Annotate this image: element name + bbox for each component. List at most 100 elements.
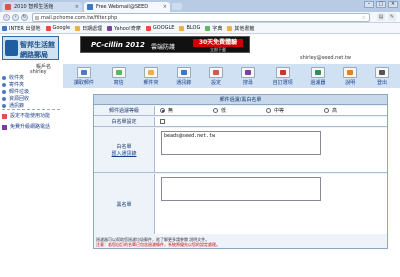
menu-item-spam[interactable]: 郵件垃圾 (2, 88, 60, 95)
level-radio-high[interactable]: 高 (324, 107, 337, 114)
toolbar-logout-button[interactable]: 登出 (375, 66, 389, 86)
new-tab-button[interactable] (172, 3, 182, 10)
bookmark-icon (75, 25, 81, 31)
folder-icon (2, 75, 6, 80)
toolbar-help-button[interactable]: 說明 (343, 66, 358, 86)
webmail-page: 智邦生活館 網路郵局 帳戶名 shirley 收件夾 寄件夾 郵件垃圾 資源回收… (0, 34, 400, 277)
minimize-icon[interactable]: – (364, 1, 374, 8)
blacklist-cell (154, 174, 387, 234)
radio-icon (213, 108, 219, 113)
user-email: shirley@seed.net.tw (300, 55, 352, 61)
toolbar-search-button[interactable]: 搜尋 (240, 66, 255, 86)
menu-item-sent[interactable]: 寄件夾 (2, 81, 60, 88)
whitelist-textarea[interactable]: beads@seed.net.tw (161, 131, 321, 155)
inbox-icon (76, 66, 91, 78)
logo-emblem-icon (5, 40, 18, 56)
level-radio-medium[interactable]: 中等 (266, 107, 284, 114)
maximize-icon[interactable]: □ (376, 1, 386, 8)
toolbar-compose-button[interactable]: 寫信 (111, 66, 126, 86)
level-radio-none[interactable]: 無 (160, 107, 173, 114)
browser-tab-bar: 2010 智邦生活館 × Free Webmail@SEED × – □ × (0, 0, 400, 12)
promo-box: 設定不能使用功能 免費升級網路電話 (2, 109, 60, 135)
bookmark-icon (45, 25, 51, 31)
ad-banner[interactable]: PC-cillin 2012 雲端防護 30天免費體驗 立即下載 (80, 36, 250, 53)
ad-brand: PC-cillin 2012 (91, 41, 145, 49)
close-tab-icon[interactable]: × (75, 2, 79, 12)
blacklist-textarea[interactable] (161, 177, 321, 201)
bookmark-item[interactable]: Google (45, 25, 70, 31)
menu-item-inbox[interactable]: 收件夾 (2, 74, 60, 81)
bookmark-icon (205, 25, 211, 31)
tab-label: 2010 智邦生活館 (14, 4, 54, 10)
whitelist-label: 白名單 匯入通訊錄 (111, 144, 137, 157)
menu-item-trash[interactable]: 資源回收 (2, 95, 60, 102)
import-contacts-link[interactable]: 匯入通訊錄 (111, 150, 136, 157)
ad-sub: 立即下載 (210, 47, 226, 52)
filter-form-panel: 郵件過濾/黑白名單 郵件過濾等級 無 低 中等 高 白名單設定 白名單 匯入通訊… (93, 94, 388, 249)
reload-icon[interactable]: ↻ (21, 14, 28, 21)
promo-link-1[interactable]: 設定不能使用功能 (2, 113, 60, 119)
bookmarks-bar: INTER 出發地 Google 日期處理 Yahoo!奇摩 GOOGLE BL… (0, 23, 400, 34)
options-icon (275, 66, 290, 78)
bookmark-icon (227, 25, 233, 31)
window-controls: – □ × (364, 1, 398, 8)
contacts-icon (176, 66, 191, 78)
tab-favicon (5, 4, 11, 10)
close-window-icon[interactable]: × (388, 1, 398, 8)
tab-favicon (87, 4, 93, 10)
browser-tab-1[interactable]: 2010 智邦生活館 × (2, 2, 82, 12)
ad-cta: 30天免費體驗 (193, 39, 243, 47)
bookmark-item[interactable]: 其他書籤 (227, 25, 254, 32)
whitelist-checkbox[interactable] (160, 119, 165, 124)
radio-icon (324, 108, 330, 113)
bookmark-item[interactable]: 日期處理 (75, 25, 102, 32)
toolbar-contacts-button[interactable]: 通訊錄 (176, 66, 191, 86)
forward-icon[interactable]: › (12, 14, 19, 21)
browser-tab-2[interactable]: Free Webmail@SEED × (84, 2, 170, 12)
bookmark-item[interactable]: GOOGLE (145, 25, 174, 31)
address-bar[interactable]: mail.pchome.com.tw/filter.php ☆ (32, 13, 370, 22)
menu-item-contacts[interactable]: 通訊錄 (2, 102, 60, 109)
url-text: mail.pchome.com.tw/filter.php (41, 15, 118, 21)
whitelist-setting-label: 白名單設定 (111, 119, 137, 125)
back-icon[interactable]: ‹ (3, 14, 10, 21)
folder-icon (143, 66, 158, 78)
settings-icon (209, 66, 224, 78)
logout-icon (375, 66, 389, 78)
radio-icon (160, 108, 165, 113)
bookmark-star-icon[interactable]: ☆ (362, 14, 366, 22)
bookmark-icon (179, 25, 185, 31)
folder-icon (2, 96, 6, 101)
wrench-icon[interactable]: ✎ (388, 13, 396, 21)
browser-tools: ▤ ✎ (377, 13, 396, 21)
bookmark-item[interactable]: INTER 出發地 (2, 25, 41, 32)
toolbar-read-button[interactable]: 讀取郵件 (74, 66, 94, 86)
toolbar-folders-button[interactable]: 郵件夾 (143, 66, 158, 86)
blacklist-row: 黑名單 (94, 174, 387, 234)
page-menu-icon[interactable]: ▤ (377, 13, 385, 21)
browser-nav-bar: ‹ › ↻ mail.pchome.com.tw/filter.php ☆ ▤ … (0, 12, 400, 23)
form-title: 郵件過濾/黑白名單 (94, 95, 387, 105)
whitelist-setting-value (154, 117, 387, 126)
filter-level-options: 無 低 中等 高 (154, 106, 387, 115)
whitelist-cell: beads@seed.net.tw (154, 128, 387, 172)
promo-link-2[interactable]: 免費升級網路電話 (2, 124, 60, 130)
bookmark-item[interactable]: 字典 (205, 25, 222, 32)
level-radio-low[interactable]: 低 (213, 107, 226, 114)
toolbar-filter-button[interactable]: 過濾器 (310, 66, 325, 86)
toolbar-settings-button[interactable]: 設定 (209, 66, 224, 86)
logo-line-2: 網路郵局 (20, 51, 48, 59)
site-logo[interactable]: 智邦生活館 網路郵局 (2, 36, 59, 60)
ad-tagline: 雲端防護 (151, 44, 176, 51)
logo-line-1: 智邦生活館 (20, 41, 55, 49)
close-tab-icon[interactable]: × (163, 2, 167, 12)
bookmark-icon (2, 25, 7, 31)
toolbar-options-button[interactable]: 自訂選項 (273, 66, 293, 86)
folder-icon (2, 103, 6, 108)
folder-icon (2, 82, 6, 87)
bookmark-item[interactable]: Yahoo!奇摩 (107, 25, 141, 32)
bookmark-item[interactable]: BLOG (179, 25, 200, 31)
search-icon (240, 66, 255, 78)
tab-label: Free Webmail@SEED (96, 4, 149, 10)
filter-level-label: 郵件過濾等級 (108, 108, 139, 114)
